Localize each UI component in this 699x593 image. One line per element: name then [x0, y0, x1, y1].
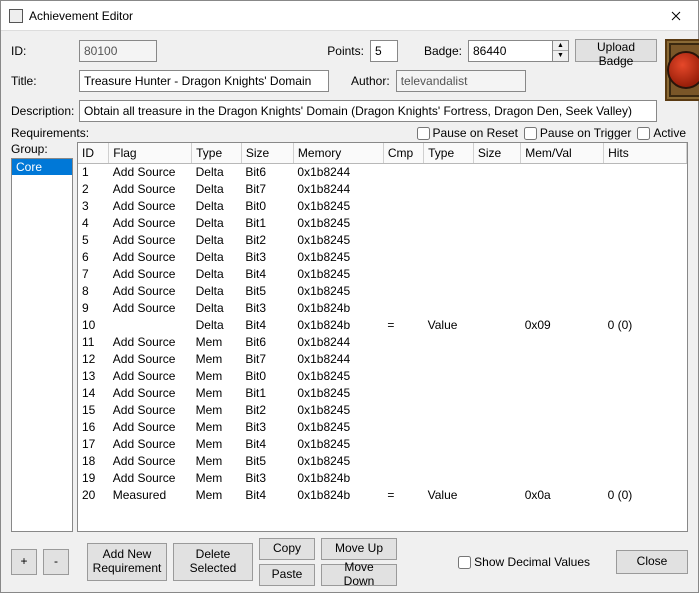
- close-button[interactable]: Close: [616, 550, 688, 574]
- badge-spinner[interactable]: ▲▼: [553, 40, 569, 62]
- col-memory[interactable]: Memory: [293, 143, 383, 163]
- active-checkbox[interactable]: Active: [637, 126, 686, 140]
- show-decimal-checkbox[interactable]: Show Decimal Values: [458, 555, 590, 569]
- col-size2[interactable]: Size: [473, 143, 520, 163]
- titlebar: Achievement Editor: [1, 1, 698, 31]
- table-row[interactable]: 5Add SourceDeltaBit20x1b8245: [78, 231, 687, 248]
- paste-button[interactable]: Paste: [259, 564, 315, 586]
- table-row[interactable]: 10DeltaBit40x1b824b=Value0x090 (0): [78, 316, 687, 333]
- col-memval[interactable]: Mem/Val: [521, 143, 604, 163]
- title-label: Title:: [11, 74, 73, 88]
- table-row[interactable]: 6Add SourceDeltaBit30x1b8245: [78, 248, 687, 265]
- window-close-button[interactable]: [653, 1, 698, 31]
- table-row[interactable]: 20MeasuredMemBit40x1b824b=Value0x0a0 (0): [78, 486, 687, 503]
- table-row[interactable]: 17Add SourceMemBit40x1b8245: [78, 435, 687, 452]
- table-row[interactable]: 15Add SourceMemBit20x1b8245: [78, 401, 687, 418]
- group-label: Group:: [11, 142, 73, 156]
- table-row[interactable]: 2Add SourceDeltaBit70x1b8244: [78, 180, 687, 197]
- upload-badge-button[interactable]: Upload Badge: [575, 39, 657, 62]
- points-label: Points:: [327, 44, 364, 58]
- col-cmp[interactable]: Cmp: [383, 143, 423, 163]
- col-type[interactable]: Type: [192, 143, 242, 163]
- add-group-button[interactable]: +: [11, 549, 37, 575]
- table-row[interactable]: 4Add SourceDeltaBit10x1b8245: [78, 214, 687, 231]
- remove-group-button[interactable]: -: [43, 549, 69, 575]
- group-list[interactable]: Core: [11, 158, 73, 532]
- table-row[interactable]: 18Add SourceMemBit50x1b8245: [78, 452, 687, 469]
- table-row[interactable]: 16Add SourceMemBit30x1b8245: [78, 418, 687, 435]
- table-row[interactable]: 19Add SourceMemBit30x1b824b: [78, 469, 687, 486]
- col-hits[interactable]: Hits: [604, 143, 687, 163]
- table-row[interactable]: 7Add SourceDeltaBit40x1b8245: [78, 265, 687, 282]
- achievement-editor-window: Achievement Editor ID: Points: Badge:: [0, 0, 699, 593]
- move-up-button[interactable]: Move Up: [321, 538, 397, 560]
- table-row[interactable]: 3Add SourceDeltaBit00x1b8245: [78, 197, 687, 214]
- id-field[interactable]: [79, 40, 157, 62]
- app-icon: [9, 9, 23, 23]
- table-row[interactable]: 13Add SourceMemBit00x1b8245: [78, 367, 687, 384]
- points-field[interactable]: [370, 40, 398, 62]
- col-type2[interactable]: Type: [424, 143, 474, 163]
- add-new-requirement-button[interactable]: Add New Requirement: [87, 543, 167, 581]
- description-field[interactable]: [79, 100, 657, 122]
- pause-on-reset-checkbox[interactable]: Pause on Reset: [417, 126, 518, 140]
- col-size[interactable]: Size: [241, 143, 293, 163]
- title-field[interactable]: [79, 70, 329, 92]
- author-label: Author:: [351, 74, 390, 88]
- badge-label: Badge:: [424, 44, 462, 58]
- table-row[interactable]: 1Add SourceDeltaBit60x1b8244: [78, 163, 687, 180]
- badge-field[interactable]: [468, 40, 553, 62]
- pause-on-trigger-checkbox[interactable]: Pause on Trigger: [524, 126, 631, 140]
- group-item-core[interactable]: Core: [12, 159, 72, 175]
- copy-button[interactable]: Copy: [259, 538, 315, 560]
- window-title: Achievement Editor: [29, 9, 133, 23]
- badge-image: [665, 39, 699, 101]
- move-down-button[interactable]: Move Down: [321, 564, 397, 586]
- id-label: ID:: [11, 44, 73, 58]
- table-row[interactable]: 8Add SourceDeltaBit50x1b8245: [78, 282, 687, 299]
- table-row[interactable]: 14Add SourceMemBit10x1b8245: [78, 384, 687, 401]
- description-label: Description:: [11, 104, 73, 118]
- author-field[interactable]: [396, 70, 526, 92]
- table-row[interactable]: 11Add SourceMemBit60x1b8244: [78, 333, 687, 350]
- delete-selected-button[interactable]: Delete Selected: [173, 543, 253, 581]
- grid-header-row: ID Flag Type Size Memory Cmp Type Size M…: [78, 143, 687, 163]
- col-id[interactable]: ID: [78, 143, 109, 163]
- table-row[interactable]: 12Add SourceMemBit70x1b8244: [78, 350, 687, 367]
- badge-icon: [667, 51, 699, 89]
- requirements-label: Requirements:: [11, 126, 89, 140]
- close-icon: [671, 11, 681, 21]
- requirements-grid[interactable]: ID Flag Type Size Memory Cmp Type Size M…: [77, 142, 688, 532]
- col-flag[interactable]: Flag: [109, 143, 192, 163]
- table-row[interactable]: 9Add SourceDeltaBit30x1b824b: [78, 299, 687, 316]
